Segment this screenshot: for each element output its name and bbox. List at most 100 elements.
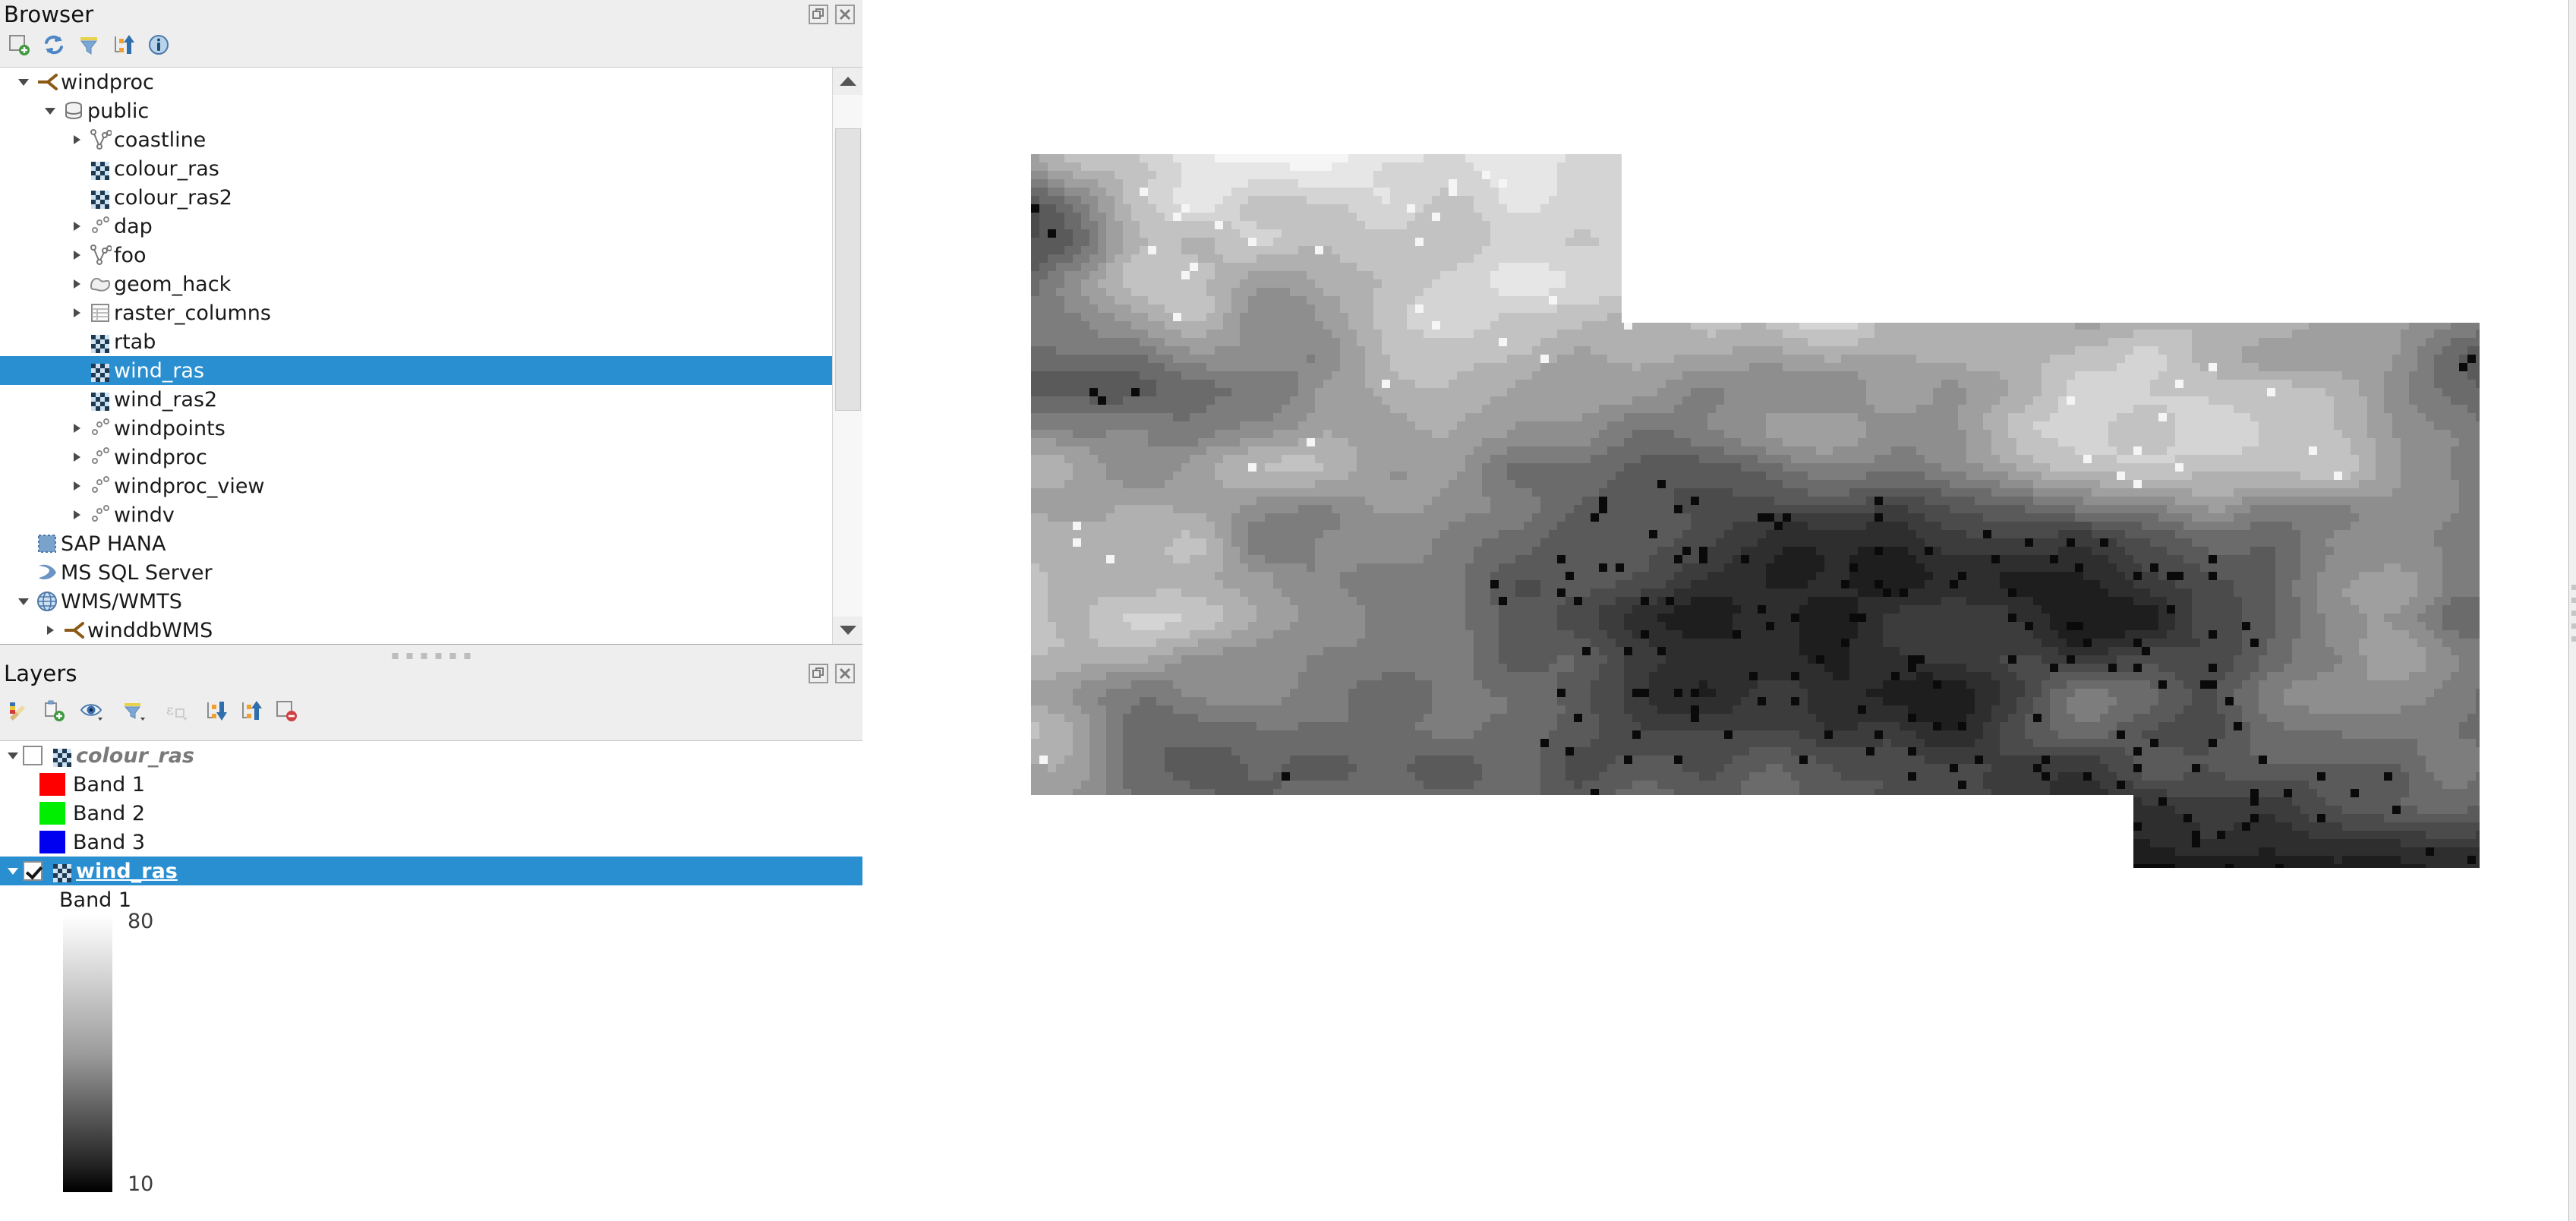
collapse-all-icon[interactable] (238, 698, 264, 724)
browser-item-label: windproc (61, 70, 154, 94)
manage-visibility-icon[interactable] (76, 698, 109, 724)
browser-item-foo[interactable]: foo (0, 241, 862, 270)
browser-item-windproc[interactable]: windproc (0, 443, 862, 472)
scroll-down-arrow[interactable] (833, 617, 862, 644)
info-icon[interactable] (146, 32, 172, 58)
expand-arrow-icon[interactable] (67, 241, 87, 270)
expand-arrow-icon[interactable] (67, 212, 87, 241)
layer-item-label: wind_ras (76, 859, 178, 883)
open-layer-styling-icon[interactable] (6, 698, 32, 724)
layer-item-wind_ras[interactable]: wind_ras (0, 857, 862, 885)
expand-arrow-icon[interactable] (67, 414, 87, 443)
filter-legend-icon[interactable] (118, 698, 152, 724)
browser-toolbar (0, 29, 862, 61)
layer-visibility-checkbox[interactable] (23, 861, 43, 881)
browser-item-label: wind_ras2 (114, 387, 218, 412)
browser-vertical-scrollbar[interactable] (832, 68, 862, 644)
expand-arrow-icon[interactable] (67, 298, 87, 327)
browser-item-winddbwms[interactable]: winddbWMS (0, 616, 862, 644)
browser-tree[interactable]: windproc public coastline colour_ras colour_… (0, 67, 862, 644)
browser-item-label: winddbWMS (87, 618, 213, 642)
refresh-icon[interactable] (41, 32, 67, 58)
browser-item-geom-hack[interactable]: geom_hack (0, 270, 862, 298)
expand-arrow-icon[interactable] (67, 327, 87, 356)
map-canvas[interactable] (862, 0, 2576, 1221)
expand-arrow-icon[interactable] (67, 154, 87, 183)
close-button[interactable] (835, 5, 855, 24)
expand-arrow-icon[interactable] (3, 857, 23, 885)
legend-entry[interactable]: Band 1 (0, 770, 862, 799)
legend-entry[interactable]: Band 2 (0, 799, 862, 828)
expand-arrow-icon[interactable] (67, 472, 87, 500)
browser-item-label: colour_ras2 (114, 185, 232, 210)
expand-all-icon[interactable] (203, 698, 229, 724)
browser-title-buttons (809, 5, 855, 24)
legend-min-label: 10 (128, 1172, 154, 1196)
expand-arrow-icon[interactable] (14, 587, 33, 616)
expand-arrow-icon[interactable] (40, 96, 60, 125)
browser-item-label: MS SQL Server (61, 560, 213, 585)
expand-arrow-icon[interactable] (67, 183, 87, 212)
expand-arrow-icon[interactable] (3, 741, 23, 770)
add-layer-icon[interactable] (6, 32, 32, 58)
browser-item-sap-hana[interactable]: SAP HANA (0, 529, 862, 558)
legend-entry-label: Band 1 (73, 772, 146, 797)
remove-layer-icon[interactable] (273, 698, 299, 724)
float-button[interactable] (809, 5, 828, 24)
filter-icon[interactable] (76, 32, 102, 58)
browser-item-wind-ras2[interactable]: wind_ras2 (0, 385, 862, 414)
browser-item-public[interactable]: public (0, 96, 862, 125)
legend-entry-label: Band 3 (73, 830, 146, 854)
browser-item-ms-sql-server[interactable]: MS SQL Server (0, 558, 862, 587)
browser-item-coastline[interactable]: coastline (0, 125, 862, 154)
browser-item-colour-ras2[interactable]: colour_ras2 (0, 183, 862, 212)
legend-entry[interactable]: Band 3 (0, 828, 862, 857)
raster-layer-icon (87, 327, 114, 356)
line-layer-icon (87, 125, 114, 154)
expression-filter-icon[interactable]: ε (161, 698, 194, 724)
browser-item-windpoints[interactable]: windpoints (0, 414, 862, 443)
browser-panel-title: Browser (4, 2, 94, 27)
point-layer-icon (87, 443, 114, 472)
postgis-connection-icon (33, 68, 61, 96)
browser-item-windv[interactable]: windv (0, 500, 862, 529)
expand-arrow-icon[interactable] (67, 385, 87, 414)
layer-visibility-checkbox[interactable] (23, 746, 43, 765)
browser-item-label: colour_ras (114, 156, 219, 181)
browser-item-windproc-view[interactable]: windproc_view (0, 472, 862, 500)
layers-panel-title: Layers (4, 661, 77, 686)
layers-tree[interactable]: colour_ras Band 1 Band 2 Band 3 wind_ras Band… (0, 740, 862, 1221)
scrollbar-thumb[interactable] (835, 128, 861, 411)
browser-item-dap[interactable]: dap (0, 212, 862, 241)
layer-item-colour_ras[interactable]: colour_ras (0, 741, 862, 770)
browser-item-rtab[interactable]: rtab (0, 327, 862, 356)
browser-item-wms-wmts[interactable]: WMS/WMTS (0, 587, 862, 616)
browser-item-windproc[interactable]: windproc (0, 68, 862, 96)
legend-entry-label: Band 2 (73, 801, 146, 825)
expand-arrow-icon[interactable] (67, 125, 87, 154)
add-group-icon[interactable] (41, 698, 67, 724)
expand-arrow-icon[interactable] (67, 356, 87, 385)
scroll-up-arrow[interactable] (833, 68, 862, 95)
raster-block-1 (1031, 154, 1622, 323)
close-button[interactable] (835, 664, 855, 683)
expand-arrow-icon[interactable] (67, 443, 87, 472)
expand-arrow-icon[interactable] (40, 616, 60, 644)
layer-item-label: colour_ras (76, 743, 195, 768)
raster-legend-ramp: 80 10 (0, 910, 862, 1203)
browser-item-raster-columns[interactable]: raster_columns (0, 298, 862, 327)
expand-arrow-icon[interactable] (67, 500, 87, 529)
browser-item-wind-ras[interactable]: wind_ras (0, 356, 862, 385)
right-panel-edge[interactable] (2568, 0, 2576, 1221)
sap-hana-icon (33, 529, 61, 558)
band-colour-swatch (39, 802, 65, 825)
legend-entry-label: Band 1 (59, 888, 132, 912)
browser-item-colour-ras[interactable]: colour_ras (0, 154, 862, 183)
expand-arrow-icon[interactable] (14, 529, 33, 558)
browser-item-label: geom_hack (114, 272, 232, 296)
expand-arrow-icon[interactable] (67, 270, 87, 298)
expand-arrow-icon[interactable] (14, 68, 33, 96)
collapse-all-icon[interactable] (111, 32, 137, 58)
float-button[interactable] (809, 664, 828, 683)
expand-arrow-icon[interactable] (14, 558, 33, 587)
